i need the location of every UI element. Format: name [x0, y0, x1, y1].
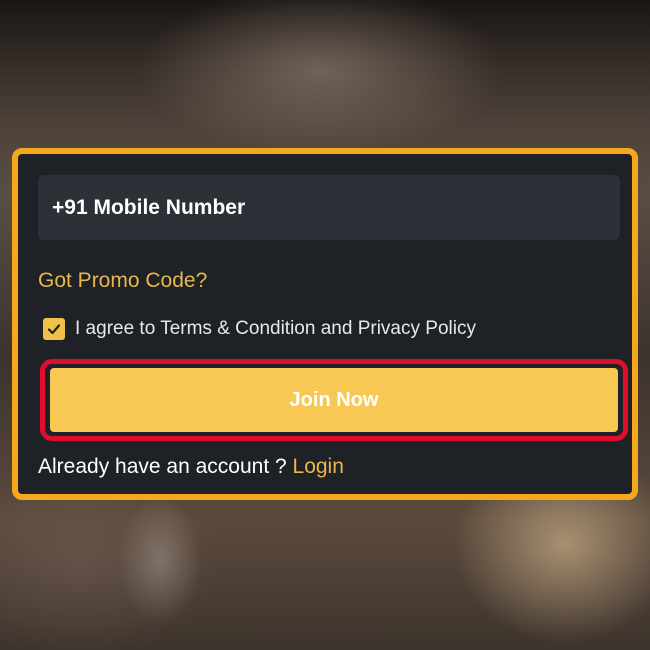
terms-label: I agree to Terms & Condition and Privacy… [75, 318, 476, 339]
mobile-number-input[interactable] [52, 195, 620, 220]
terms-checkbox[interactable] [43, 318, 65, 340]
check-icon [47, 324, 61, 335]
promo-code-link[interactable]: Got Promo Code? [38, 269, 207, 293]
login-link[interactable]: Login [293, 455, 344, 478]
join-now-button[interactable]: Join Now [50, 368, 618, 432]
terms-agreement: I agree to Terms & Condition and Privacy… [43, 318, 476, 340]
account-prompt-text: Already have an account ? [38, 455, 287, 478]
mobile-number-field[interactable] [38, 175, 620, 240]
signup-card: Got Promo Code? I agree to Terms & Condi… [12, 148, 638, 500]
login-prompt: Already have an account ? Login [38, 455, 344, 479]
